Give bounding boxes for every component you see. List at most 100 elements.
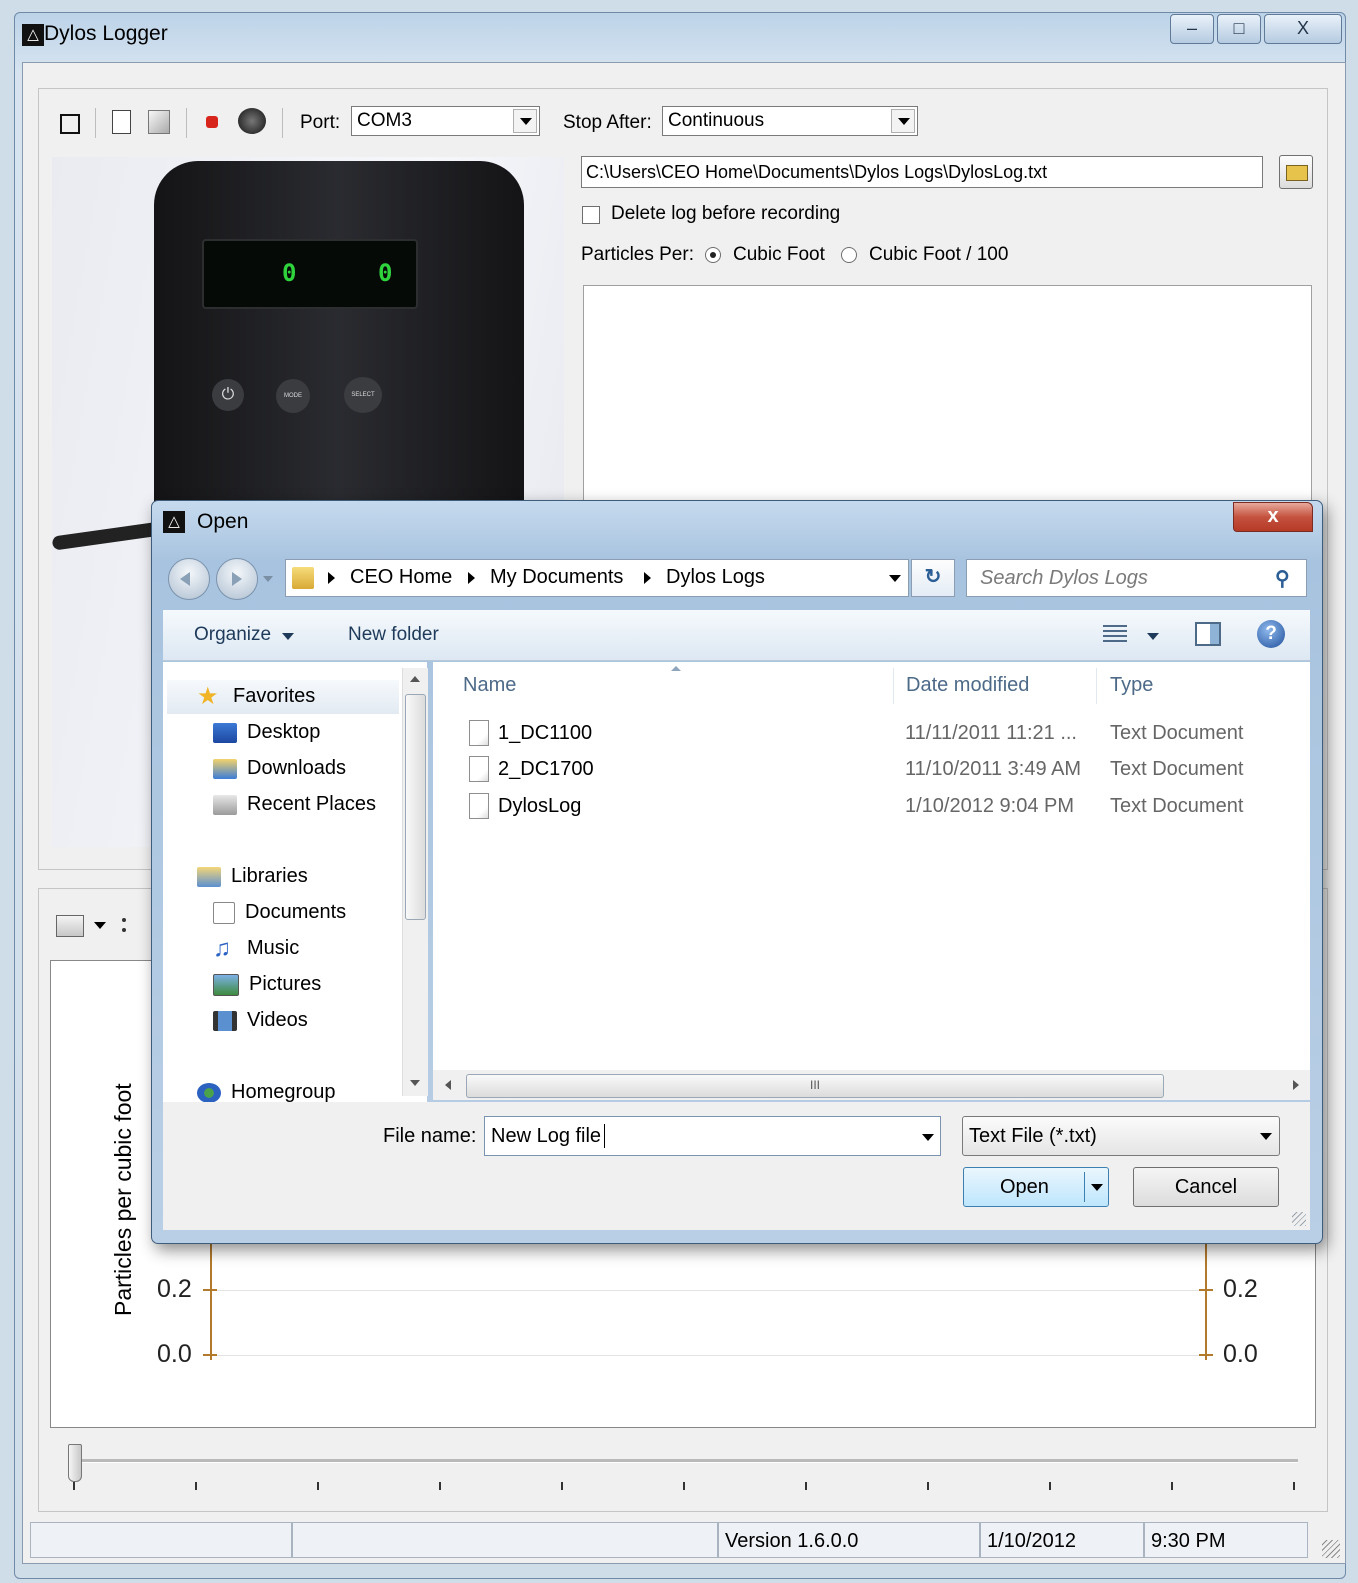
time-slider-thumb[interactable] <box>68 1444 82 1482</box>
radio-cubic-foot-100[interactable] <box>841 247 857 263</box>
column-header-date[interactable]: Date modified <box>906 674 1029 697</box>
close-button[interactable]: X <box>1264 14 1342 44</box>
file-name: DylosLog <box>498 795 582 817</box>
chevron-down-icon[interactable] <box>282 633 294 640</box>
connect-icon[interactable] <box>238 108 266 134</box>
time-slider-track[interactable] <box>76 1459 1298 1463</box>
cancel-button[interactable]: Cancel <box>1133 1167 1279 1207</box>
maximize-button[interactable]: □ <box>1217 14 1261 44</box>
chevron-down-icon[interactable] <box>94 922 106 929</box>
chevron-down-icon[interactable] <box>922 1134 934 1141</box>
chevron-down-icon[interactable] <box>1147 633 1159 640</box>
scroll-left-icon[interactable] <box>445 1080 451 1090</box>
chevron-down-icon[interactable] <box>1260 1133 1272 1140</box>
column-divider[interactable] <box>893 668 894 704</box>
nav-favorites[interactable]: ★ Favorites <box>197 682 315 710</box>
breadcrumb-dylos-logs[interactable]: Dylos Logs <box>666 566 765 589</box>
column-divider[interactable] <box>1096 668 1097 704</box>
nav-pictures[interactable]: Pictures <box>213 973 321 996</box>
recent-icon <box>213 794 237 815</box>
text-caret <box>604 1124 605 1148</box>
browse-button[interactable] <box>1279 155 1313 189</box>
nav-homegroup[interactable]: Homegroup <box>197 1081 336 1102</box>
resize-grip-icon[interactable] <box>1322 1540 1340 1558</box>
search-box[interactable]: Search Dylos Logs ⚲ <box>966 559 1307 597</box>
device-lcd: 0 0 <box>202 239 418 309</box>
nav-recent-places[interactable]: Recent Places <box>213 793 376 816</box>
particles-per-label: Particles Per: <box>581 244 694 265</box>
back-button[interactable] <box>168 558 210 600</box>
organize-button[interactable]: Organize <box>194 624 271 646</box>
scroll-right-icon[interactable] <box>1293 1080 1299 1090</box>
nav-libraries[interactable]: Libraries <box>197 865 308 888</box>
file-name: 2_DC1700 <box>498 758 594 780</box>
file-name-label: File name: <box>383 1125 477 1147</box>
file-row[interactable]: 2_DC1700 11/10/2011 3:49 AM Text Document <box>433 752 1310 786</box>
recent-pages-chevron-icon[interactable] <box>263 576 273 582</box>
nav-scroll-thumb[interactable] <box>405 694 426 920</box>
breadcrumb-ceo-home[interactable]: CEO Home <box>350 566 452 589</box>
folder-icon <box>292 567 314 589</box>
file-name-combo[interactable]: New Log file <box>484 1116 941 1156</box>
delete-file-icon[interactable] <box>148 110 170 134</box>
dialog-close-button[interactable]: x <box>1233 502 1313 532</box>
slider-tick <box>1293 1482 1295 1490</box>
file-row[interactable]: 1_DC1100 11/11/2011 11:21 ... Text Documen… <box>433 716 1310 750</box>
resize-grip-icon[interactable] <box>1292 1212 1306 1226</box>
chevron-down-icon[interactable] <box>889 575 901 582</box>
search-icon[interactable]: ⚲ <box>1275 566 1290 591</box>
record-icon[interactable] <box>206 116 218 128</box>
file-name-input[interactable]: New Log file <box>491 1125 601 1148</box>
file-list-hscroll-thumb[interactable]: III <box>466 1074 1164 1098</box>
preview-pane-icon[interactable] <box>1195 622 1221 646</box>
new-folder-button[interactable]: New folder <box>348 624 439 646</box>
log-path-field[interactable]: C:\Users\CEO Home\Documents\Dylos Logs\D… <box>581 156 1263 188</box>
stop-after-combo[interactable]: Continuous <box>662 106 918 136</box>
tick-mark <box>203 1289 217 1291</box>
search-input[interactable]: Search Dylos Logs <box>980 567 1148 590</box>
column-header-name[interactable]: Name <box>463 674 516 697</box>
dialog-title: Open <box>197 510 249 533</box>
address-bar[interactable]: CEO Home My Documents Dylos Logs <box>285 559 909 597</box>
minimize-button[interactable]: – <box>1170 14 1214 44</box>
breadcrumb-my-documents[interactable]: My Documents <box>490 566 623 589</box>
text-file-icon <box>469 793 489 819</box>
radio-cubic-foot-100-label: Cubic Foot / 100 <box>869 244 1009 265</box>
refresh-icon[interactable]: ↻ <box>911 559 955 597</box>
chevron-down-icon[interactable] <box>891 109 915 133</box>
scroll-down-icon[interactable] <box>410 1080 420 1086</box>
nav-music[interactable]: ♫ Music <box>213 936 299 960</box>
chart-icon[interactable] <box>56 915 84 937</box>
nav-scrollbar[interactable] <box>402 668 428 1096</box>
nav-downloads[interactable]: Downloads <box>213 757 346 780</box>
file-type-select[interactable]: Text File (*.txt) <box>962 1116 1280 1156</box>
forward-button[interactable] <box>216 558 258 600</box>
star-icon: ★ <box>197 682 219 710</box>
view-icon[interactable] <box>1103 625 1127 645</box>
nav-documents[interactable]: Documents <box>213 901 346 924</box>
chevron-down-icon[interactable] <box>1091 1184 1103 1191</box>
log-output-area[interactable] <box>583 285 1312 505</box>
open-button[interactable]: Open <box>963 1167 1109 1207</box>
radio-cubic-foot[interactable] <box>705 247 721 263</box>
file-date: 11/11/2011 11:21 ... <box>905 722 1077 744</box>
legend-icon[interactable] <box>122 918 144 932</box>
port-label: Port: <box>300 112 341 133</box>
stop-after-label: Stop After: <box>563 112 652 133</box>
port-combo[interactable]: COM3 <box>351 106 540 136</box>
scroll-up-icon[interactable] <box>410 676 420 682</box>
help-icon[interactable]: ? <box>1257 620 1285 648</box>
slider-tick <box>317 1482 319 1490</box>
gridline <box>212 1290 1205 1291</box>
nav-videos[interactable]: Videos <box>213 1009 308 1032</box>
nav-desktop[interactable]: Desktop <box>213 721 320 744</box>
stop-icon[interactable] <box>60 114 80 134</box>
desktop-icon <box>213 722 237 743</box>
homegroup-icon <box>197 1082 221 1102</box>
new-file-icon[interactable] <box>112 110 131 134</box>
chevron-down-icon[interactable] <box>513 109 537 133</box>
delete-log-checkbox[interactable] <box>582 206 600 224</box>
file-row[interactable]: DylosLog 1/10/2012 9:04 PM Text Document <box>433 789 1310 823</box>
column-header-type[interactable]: Type <box>1110 674 1153 697</box>
breadcrumb-separator-icon <box>328 572 335 584</box>
